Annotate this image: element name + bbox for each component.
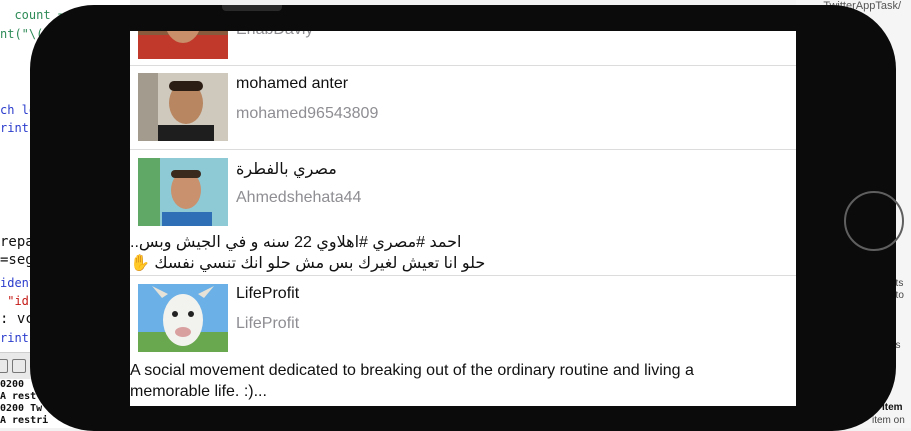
user-handle: LifeProfit	[236, 315, 300, 332]
user-description: A social movement dedicated to breaking …	[130, 362, 694, 379]
code-line: repa	[0, 234, 34, 250]
user-description-line2: ✋ حلو انا تعيش لغيرك بس مش حلو انك تنسي …	[130, 253, 790, 274]
avatar	[138, 158, 228, 226]
library-item-title: Item	[882, 402, 903, 413]
user-description-line2: memorable life. :)...	[130, 383, 267, 400]
user-name: mohamed anter	[236, 75, 349, 92]
user-handle: Ahmedshehata44	[236, 189, 362, 206]
user-description: احمد #مصري #اهلاوي 22 سنه و في الجيش وبس…	[130, 234, 462, 251]
avatar	[138, 31, 228, 59]
library-item-subtitle: item on	[872, 415, 905, 426]
user-name: LifeProfit	[236, 285, 300, 302]
side-button[interactable]	[222, 5, 282, 11]
user-handle: EhabDaviy	[236, 31, 313, 39]
user-handle: mohamed96543809	[236, 105, 379, 122]
table-row[interactable]: mohamed anter mohamed96543809	[130, 66, 796, 149]
panel-toggle-icon[interactable]	[0, 359, 8, 373]
user-description-text: حلو انا تعيش لغيرك بس مش حلو انك تنسي نف…	[154, 255, 486, 272]
code-line: rint	[0, 331, 29, 345]
table-row[interactable]: مصري بالفطرة Ahmedshehata44 احمد #مصري #…	[130, 150, 796, 286]
avatar	[138, 284, 228, 352]
app-screen: EhabDaviy mohamed anter mohamed96543809	[130, 31, 796, 406]
avatar	[138, 73, 228, 141]
user-name: مصري بالفطرة	[236, 161, 337, 178]
code-line: =seg	[0, 252, 34, 268]
table-row[interactable]: EhabDaviy	[130, 31, 796, 65]
home-button[interactable]	[844, 191, 904, 251]
split-view-icon[interactable]	[12, 359, 26, 373]
code-line: rint	[0, 121, 29, 135]
code-line: : vc	[0, 311, 34, 327]
raised-hand-icon: ✋	[130, 255, 150, 272]
table-row[interactable]: LifeProfit LifeProfit A social movement …	[130, 276, 796, 406]
